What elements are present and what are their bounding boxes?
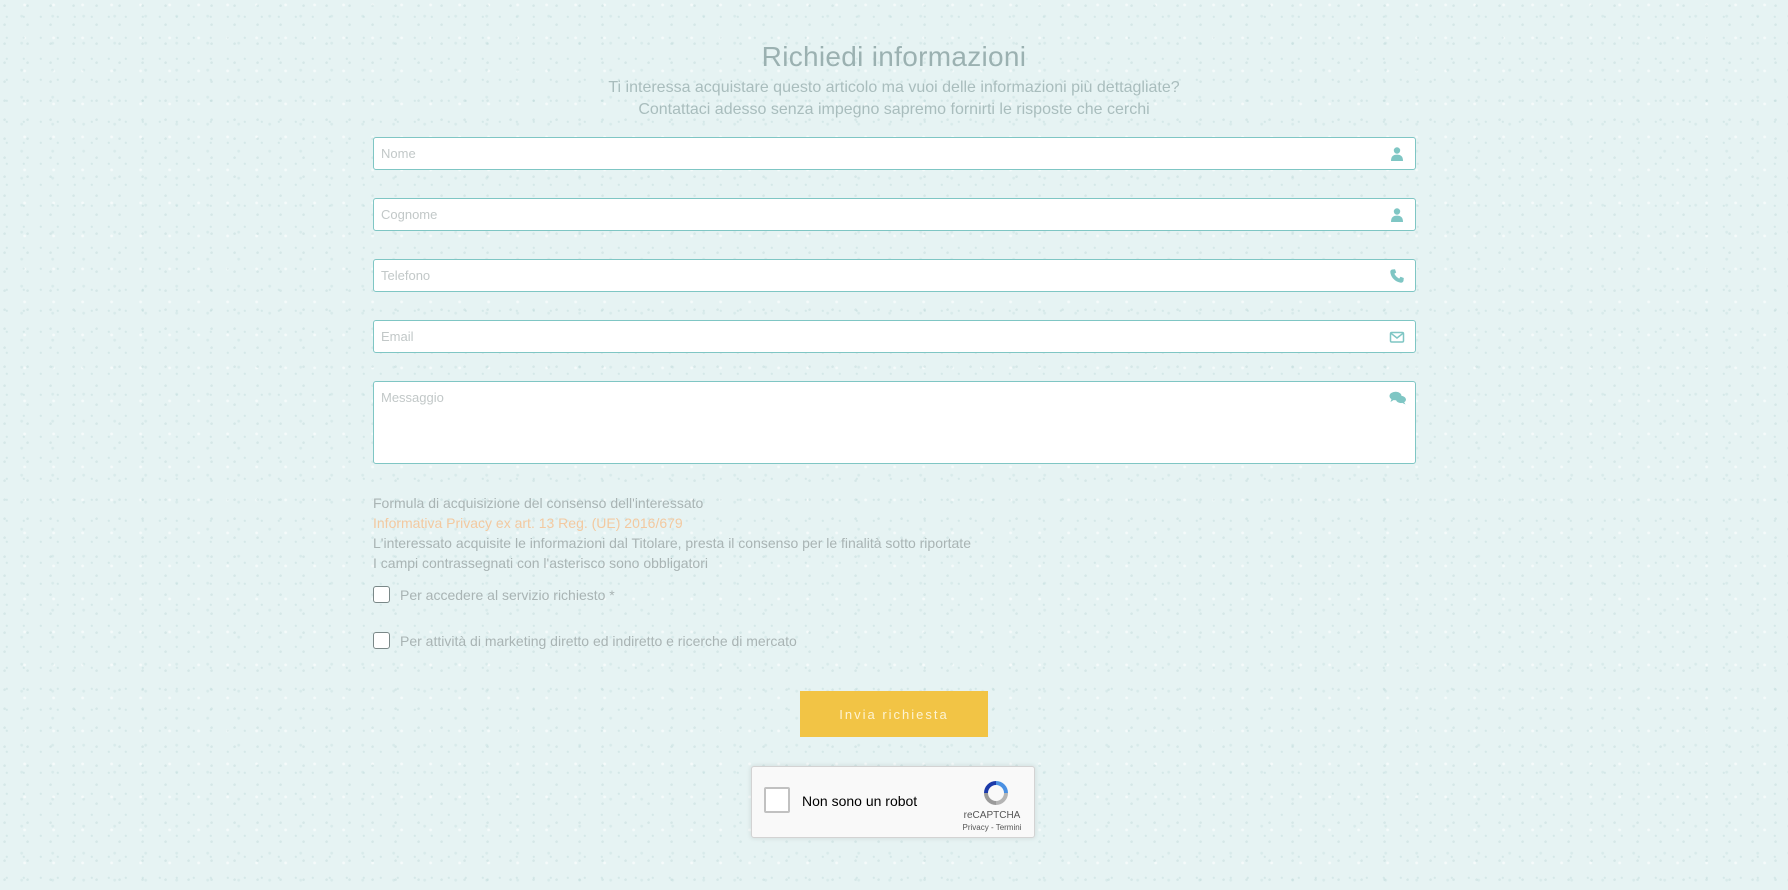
subtitle-line-2: Contattaci adesso senza impegno sapremo … (638, 101, 1150, 118)
email-input[interactable] (374, 321, 1371, 352)
required-fields-note: I campi contrassegnati con l'asterisco s… (373, 555, 708, 571)
recaptcha-terms-link[interactable]: Privacy - Termini (952, 823, 1032, 832)
telefono-field-wrapper (373, 259, 1416, 292)
nome-field-wrapper (373, 137, 1416, 170)
consent-heading: Formula di acquisizione del consenso del… (373, 495, 704, 511)
messaggio-textarea[interactable] (374, 382, 1371, 465)
page-title: Richiedi informazioni (761, 41, 1027, 72)
nome-input[interactable] (374, 138, 1371, 169)
consent-statement: L'interessato acquisite le informazioni … (373, 535, 971, 551)
consent-marketing-row: Per attività di marketing diretto ed ind… (373, 632, 797, 649)
consent-service-checkbox[interactable] (373, 586, 390, 603)
consent-service-label: Per accedere al servizio richiesto * (400, 586, 615, 603)
recaptcha-logo-icon (980, 777, 1012, 809)
consent-section: Formula di acquisizione del consenso del… (373, 493, 1173, 573)
email-field-wrapper (373, 320, 1416, 353)
consent-service-row: Per accedere al servizio richiesto * (373, 586, 615, 603)
cognome-field-wrapper (373, 198, 1416, 231)
form-header: Richiedi informazioni Ti interessa acqui… (0, 38, 1788, 120)
privacy-policy-link[interactable]: Informativa Privacy ex art. 13 Reg. (UE)… (373, 513, 1173, 533)
subtitle-line-1: Ti interessa acquistare questo articolo … (608, 79, 1180, 96)
recaptcha-label: Non sono un robot (802, 793, 918, 809)
consent-marketing-checkbox[interactable] (373, 632, 390, 649)
messaggio-field-wrapper (373, 381, 1416, 465)
telefono-input[interactable] (374, 260, 1371, 291)
phone-icon (1389, 268, 1405, 284)
contact-form (373, 137, 1416, 492)
consent-marketing-label: Per attività di marketing diretto ed ind… (400, 632, 797, 649)
recaptcha-checkbox[interactable] (764, 787, 790, 813)
recaptcha-widget: Non sono un robot reCAPTCHA Privacy - Te… (751, 766, 1035, 838)
user-icon (1389, 146, 1405, 162)
submit-request-button[interactable]: Invia richiesta (800, 691, 988, 737)
comments-icon (1389, 390, 1406, 406)
cognome-input[interactable] (374, 199, 1371, 230)
user-icon (1389, 207, 1405, 223)
envelope-icon (1389, 329, 1405, 345)
recaptcha-brand: reCAPTCHA (963, 810, 1021, 821)
